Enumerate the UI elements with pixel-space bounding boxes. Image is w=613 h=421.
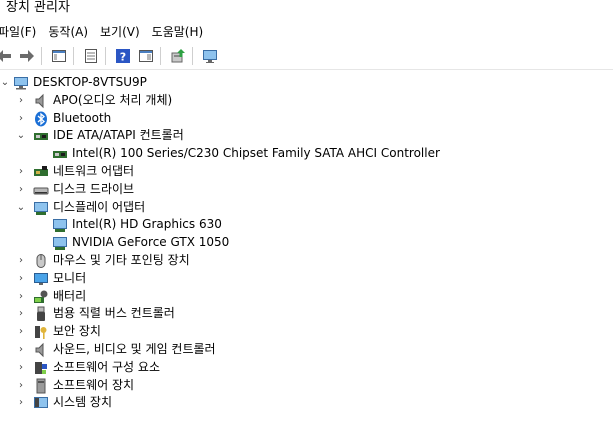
tree-item-disk[interactable]: › 디스크 드라이브	[0, 181, 613, 199]
tree-item-label: 디스크 드라이브	[53, 181, 135, 196]
tree-item-network[interactable]: › 네트워크 어댑터	[0, 163, 613, 181]
chevron-right-icon[interactable]: ›	[15, 92, 27, 110]
properties-icon[interactable]	[81, 46, 101, 66]
show-hide-tree-icon[interactable]	[49, 46, 69, 66]
tree-item-apo[interactable]: › APO(오디오 처리 개체)	[0, 92, 613, 110]
speaker-icon	[33, 93, 49, 109]
menu-bar: 파일(F) 동작(A) 보기(V) 도움말(H)	[0, 20, 613, 42]
system-device-icon	[33, 395, 49, 411]
tree-item-software-component[interactable]: › 소프트웨어 구성 요소	[0, 359, 613, 377]
tree-item-sound[interactable]: › 사운드, 비디오 및 게임 컨트롤러	[0, 341, 613, 359]
toolbar: ?	[0, 43, 613, 70]
chevron-right-icon[interactable]: ›	[15, 163, 27, 181]
chevron-right-icon[interactable]: ›	[15, 181, 27, 199]
tree-item-label: 범용 직렬 버스 컨트롤러	[53, 306, 175, 321]
display-adapter-icon	[52, 217, 68, 233]
chevron-right-icon[interactable]: ›	[15, 377, 27, 395]
tree-item-label: 마우스 및 기타 포인팅 장치	[53, 252, 190, 267]
tree-item-nvidia[interactable]: NVIDIA GeForce GTX 1050	[0, 234, 613, 252]
mouse-icon	[33, 253, 49, 269]
help-icon[interactable]: ?	[113, 46, 133, 66]
tree-item-bluetooth[interactable]: › Bluetooth	[0, 110, 613, 128]
network-adapter-icon	[33, 164, 49, 180]
tree-item-label: 모니터	[53, 270, 87, 285]
window-title: 장치 관리자	[6, 0, 70, 15]
back-arrow-icon[interactable]	[0, 46, 14, 66]
chevron-right-icon[interactable]: ›	[15, 341, 27, 359]
toolbar-separator	[41, 47, 42, 65]
monitor-icon	[33, 271, 49, 287]
tree-item-label: NVIDIA GeForce GTX 1050	[72, 235, 230, 250]
view-icon[interactable]	[136, 46, 156, 66]
svg-text:?: ?	[120, 51, 126, 64]
bluetooth-icon	[33, 111, 49, 127]
tree-item-display[interactable]: ⌄ 디스플레이 어댑터	[0, 199, 613, 217]
toolbar-separator	[73, 47, 74, 65]
chevron-down-icon[interactable]: ⌄	[0, 74, 11, 92]
menu-help[interactable]: 도움말(H)	[152, 23, 212, 40]
tree-item-sata-controller[interactable]: Intel(R) 100 Series/C230 Chipset Family …	[0, 145, 613, 163]
tree-root[interactable]: ⌄ DESKTOP-8VTSU9P	[0, 74, 613, 92]
usb-icon	[33, 306, 49, 322]
toolbar-separator	[105, 47, 106, 65]
chevron-right-icon[interactable]: ›	[15, 359, 27, 377]
tree-item-security[interactable]: › 보안 장치	[0, 323, 613, 341]
toolbar-separator	[192, 47, 193, 65]
software-device-icon	[33, 378, 49, 394]
menu-action[interactable]: 동작(A)	[48, 23, 96, 40]
chevron-right-icon[interactable]: ›	[15, 252, 27, 270]
tree-item-label: 소프트웨어 구성 요소	[53, 359, 160, 374]
tree-item-label: Intel(R) 100 Series/C230 Chipset Family …	[72, 146, 440, 161]
speaker-icon	[33, 342, 49, 358]
tree-item-software-device[interactable]: › 소프트웨어 장치	[0, 377, 613, 395]
chevron-right-icon[interactable]: ›	[15, 394, 27, 412]
display-adapter-icon	[33, 200, 49, 216]
tree-item-ide[interactable]: ⌄ IDE ATA/ATAPI 컨트롤러	[0, 127, 613, 145]
tree-root-label: DESKTOP-8VTSU9P	[33, 75, 147, 89]
software-component-icon	[33, 360, 49, 376]
security-key-icon	[33, 324, 49, 340]
title-bar: 장치 관리자	[0, 0, 613, 18]
display-adapter-icon	[52, 235, 68, 251]
ide-controller-icon	[52, 146, 68, 162]
tree-item-battery[interactable]: › 배터리	[0, 288, 613, 306]
disk-drive-icon	[33, 182, 49, 198]
tree-item-system[interactable]: › 시스템 장치	[0, 394, 613, 412]
chevron-down-icon[interactable]: ⌄	[15, 127, 27, 145]
tree-item-label: 네트워크 어댑터	[53, 163, 135, 178]
device-tree: ⌄ DESKTOP-8VTSU9P › APO(오디오 처리 개체) › Blu…	[0, 74, 613, 412]
chevron-right-icon[interactable]: ›	[15, 288, 27, 306]
tree-item-label: 시스템 장치	[53, 395, 113, 410]
menu-view[interactable]: 보기(V)	[100, 23, 148, 40]
tree-item-monitor[interactable]: › 모니터	[0, 270, 613, 288]
tree-item-label: 디스플레이 어댑터	[53, 199, 146, 214]
tree-item-label: Bluetooth	[53, 110, 112, 125]
tree-item-label: APO(오디오 처리 개체)	[53, 92, 173, 107]
menu-file[interactable]: 파일(F)	[0, 23, 44, 40]
tree-item-intel-hd[interactable]: Intel(R) HD Graphics 630	[0, 216, 613, 234]
chevron-down-icon[interactable]: ⌄	[15, 199, 27, 217]
tree-item-mouse[interactable]: › 마우스 및 기타 포인팅 장치	[0, 252, 613, 270]
monitor-scan-icon[interactable]	[200, 46, 220, 66]
tree-item-label: 보안 장치	[53, 324, 101, 339]
toolbar-separator	[160, 47, 161, 65]
tree-item-label: Intel(R) HD Graphics 630	[72, 217, 222, 232]
tree-item-label: 배터리	[53, 288, 87, 303]
tree-item-usb[interactable]: › 범용 직렬 버스 컨트롤러	[0, 305, 613, 323]
chevron-right-icon[interactable]: ›	[15, 270, 27, 288]
chevron-right-icon[interactable]: ›	[15, 323, 27, 341]
update-driver-icon[interactable]	[168, 46, 188, 66]
tree-item-label: IDE ATA/ATAPI 컨트롤러	[53, 128, 184, 143]
battery-icon	[33, 289, 49, 305]
tree-item-label: 소프트웨어 장치	[53, 377, 135, 392]
tree-item-label: 사운드, 비디오 및 게임 컨트롤러	[53, 341, 216, 356]
forward-arrow-icon[interactable]	[17, 46, 37, 66]
ide-controller-icon	[33, 128, 49, 144]
chevron-right-icon[interactable]: ›	[15, 305, 27, 323]
computer-icon	[13, 75, 29, 91]
chevron-right-icon[interactable]: ›	[15, 110, 27, 128]
